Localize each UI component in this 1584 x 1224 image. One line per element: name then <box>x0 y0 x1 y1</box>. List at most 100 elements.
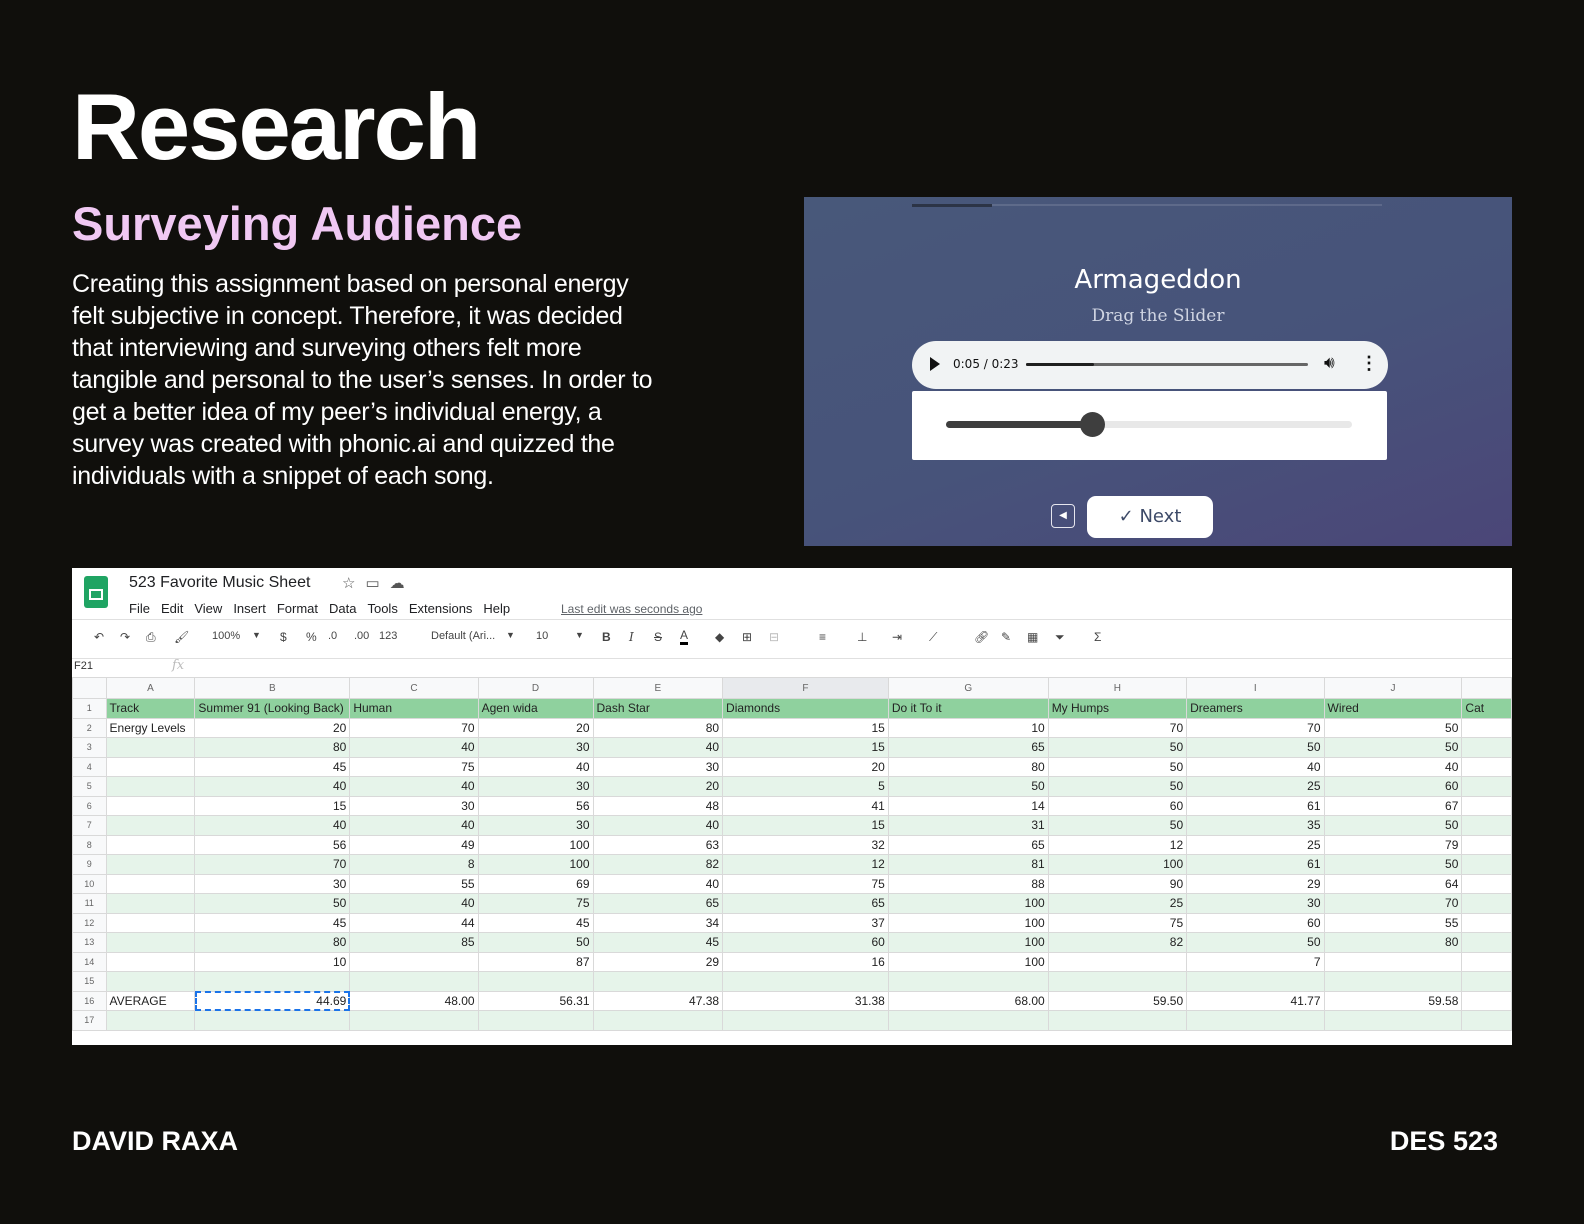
cell-reference[interactable]: F21 <box>74 660 93 672</box>
chevron-down-icon[interactable]: ▼ <box>252 630 261 640</box>
row-number[interactable]: 12 <box>72 912 107 933</box>
energy-slider-thumb[interactable] <box>1080 412 1106 437</box>
text-color-button[interactable]: A <box>680 628 689 645</box>
table-cell[interactable]: 5 <box>722 776 889 797</box>
row-number[interactable]: 8 <box>72 834 107 855</box>
table-cell[interactable]: 100 <box>1047 854 1188 875</box>
table-cell[interactable]: 30 <box>477 776 594 797</box>
table-cell[interactable] <box>1047 1010 1188 1031</box>
table-cell[interactable]: 100 <box>477 854 594 875</box>
table-cell[interactable]: 50 <box>1047 737 1188 758</box>
table-cell[interactable]: 8 <box>349 854 479 875</box>
header-cell[interactable]: Cat <box>1461 698 1512 719</box>
table-cell[interactable] <box>194 1010 351 1031</box>
table-cell[interactable]: 70 <box>1186 717 1325 738</box>
table-cell[interactable] <box>105 1010 196 1031</box>
table-cell[interactable]: 40 <box>592 873 724 894</box>
table-cell[interactable] <box>1461 737 1512 758</box>
table-cell[interactable]: 47.38 <box>592 990 724 1011</box>
table-cell[interactable] <box>1461 795 1512 816</box>
table-cell[interactable]: 30 <box>592 756 724 777</box>
percent-button[interactable]: % <box>306 630 317 644</box>
column-header[interactable]: J <box>1323 677 1463 699</box>
row-number[interactable]: 7 <box>72 815 107 836</box>
table-cell[interactable]: 59.50 <box>1047 990 1188 1011</box>
menu-view[interactable]: View <box>194 601 222 616</box>
decrease-decimal-button[interactable]: .0 <box>328 630 337 642</box>
row-number[interactable]: 10 <box>72 873 107 894</box>
table-cell[interactable]: 50 <box>477 932 594 953</box>
play-icon[interactable] <box>930 357 940 371</box>
menu-file[interactable]: File <box>129 601 150 616</box>
table-cell[interactable]: 30 <box>349 795 479 816</box>
header-cell[interactable]: Diamonds <box>722 698 889 719</box>
borders-icon[interactable]: ⊞ <box>742 630 752 644</box>
table-cell[interactable]: 40 <box>592 815 724 836</box>
column-header[interactable]: B <box>194 677 351 699</box>
table-cell[interactable]: 29 <box>592 951 724 972</box>
table-cell[interactable]: 15 <box>194 795 351 816</box>
table-cell[interactable]: 65 <box>592 893 724 914</box>
row-number[interactable]: 6 <box>72 795 107 816</box>
table-cell[interactable]: 56 <box>477 795 594 816</box>
bold-button[interactable]: B <box>602 630 611 644</box>
table-cell[interactable]: 45 <box>477 912 594 933</box>
text-wrap-icon[interactable]: ⇥ <box>892 630 902 644</box>
table-cell[interactable]: 14 <box>887 795 1049 816</box>
table-cell[interactable]: 10 <box>887 717 1049 738</box>
table-cell[interactable] <box>1461 873 1512 894</box>
table-cell[interactable]: 20 <box>592 776 724 797</box>
row-number[interactable]: 4 <box>72 756 107 777</box>
energy-slider[interactable] <box>946 412 1352 437</box>
menu-format[interactable]: Format <box>277 601 318 616</box>
table-cell[interactable]: 75 <box>349 756 479 777</box>
table-cell[interactable]: 44 <box>349 912 479 933</box>
table-cell[interactable]: 60 <box>1047 795 1188 816</box>
table-cell[interactable] <box>105 795 196 816</box>
table-cell[interactable] <box>1461 854 1512 875</box>
row-number[interactable]: 9 <box>72 854 107 875</box>
table-cell[interactable]: 12 <box>1047 834 1188 855</box>
filter-icon[interactable]: ⏷ <box>1055 630 1065 645</box>
table-cell[interactable] <box>1461 717 1512 738</box>
table-cell[interactable]: 80 <box>1323 932 1463 953</box>
print-icon[interactable]: ⎙ <box>146 630 156 645</box>
table-cell[interactable]: 88 <box>887 873 1049 894</box>
functions-icon[interactable]: Σ <box>1094 630 1101 644</box>
table-cell[interactable]: 65 <box>887 834 1049 855</box>
chevron-down-icon[interactable]: ▼ <box>575 630 584 640</box>
table-cell[interactable]: 31 <box>887 815 1049 836</box>
row-number[interactable]: 13 <box>72 932 107 953</box>
table-cell[interactable] <box>1323 1010 1463 1031</box>
table-cell[interactable] <box>105 815 196 836</box>
table-cell[interactable]: 56 <box>194 834 351 855</box>
table-cell[interactable]: 40 <box>349 737 479 758</box>
table-cell[interactable]: 70 <box>194 854 351 875</box>
row-number[interactable]: 15 <box>72 971 107 992</box>
table-cell[interactable]: 50 <box>1323 737 1463 758</box>
table-cell[interactable]: 50 <box>194 893 351 914</box>
merge-cells-icon[interactable]: ⊟ <box>769 630 779 644</box>
table-cell[interactable]: 44.69 <box>194 990 351 1011</box>
table-cell[interactable]: 85 <box>349 932 479 953</box>
table-cell[interactable] <box>477 1010 594 1031</box>
table-cell[interactable] <box>722 1010 889 1031</box>
table-cell[interactable]: 70 <box>1047 717 1188 738</box>
header-cell[interactable]: Agen wida <box>477 698 594 719</box>
table-cell[interactable]: 100 <box>887 951 1049 972</box>
table-cell[interactable]: 75 <box>1047 912 1188 933</box>
row-number[interactable]: 11 <box>72 893 107 914</box>
table-cell[interactable]: 80 <box>592 717 724 738</box>
table-cell[interactable]: 50 <box>1186 737 1325 758</box>
table-cell[interactable]: 50 <box>1323 717 1463 738</box>
link-icon[interactable]: 🔗︎ <box>974 630 989 644</box>
table-cell[interactable]: 40 <box>349 893 479 914</box>
table-cell[interactable]: 75 <box>722 873 889 894</box>
table-cell[interactable]: 25 <box>1047 893 1188 914</box>
table-cell[interactable] <box>349 1010 479 1031</box>
table-cell[interactable] <box>105 834 196 855</box>
table-cell[interactable] <box>194 971 351 992</box>
table-cell[interactable]: 40 <box>349 815 479 836</box>
table-cell[interactable]: 29 <box>1186 873 1325 894</box>
table-cell[interactable]: 90 <box>1047 873 1188 894</box>
